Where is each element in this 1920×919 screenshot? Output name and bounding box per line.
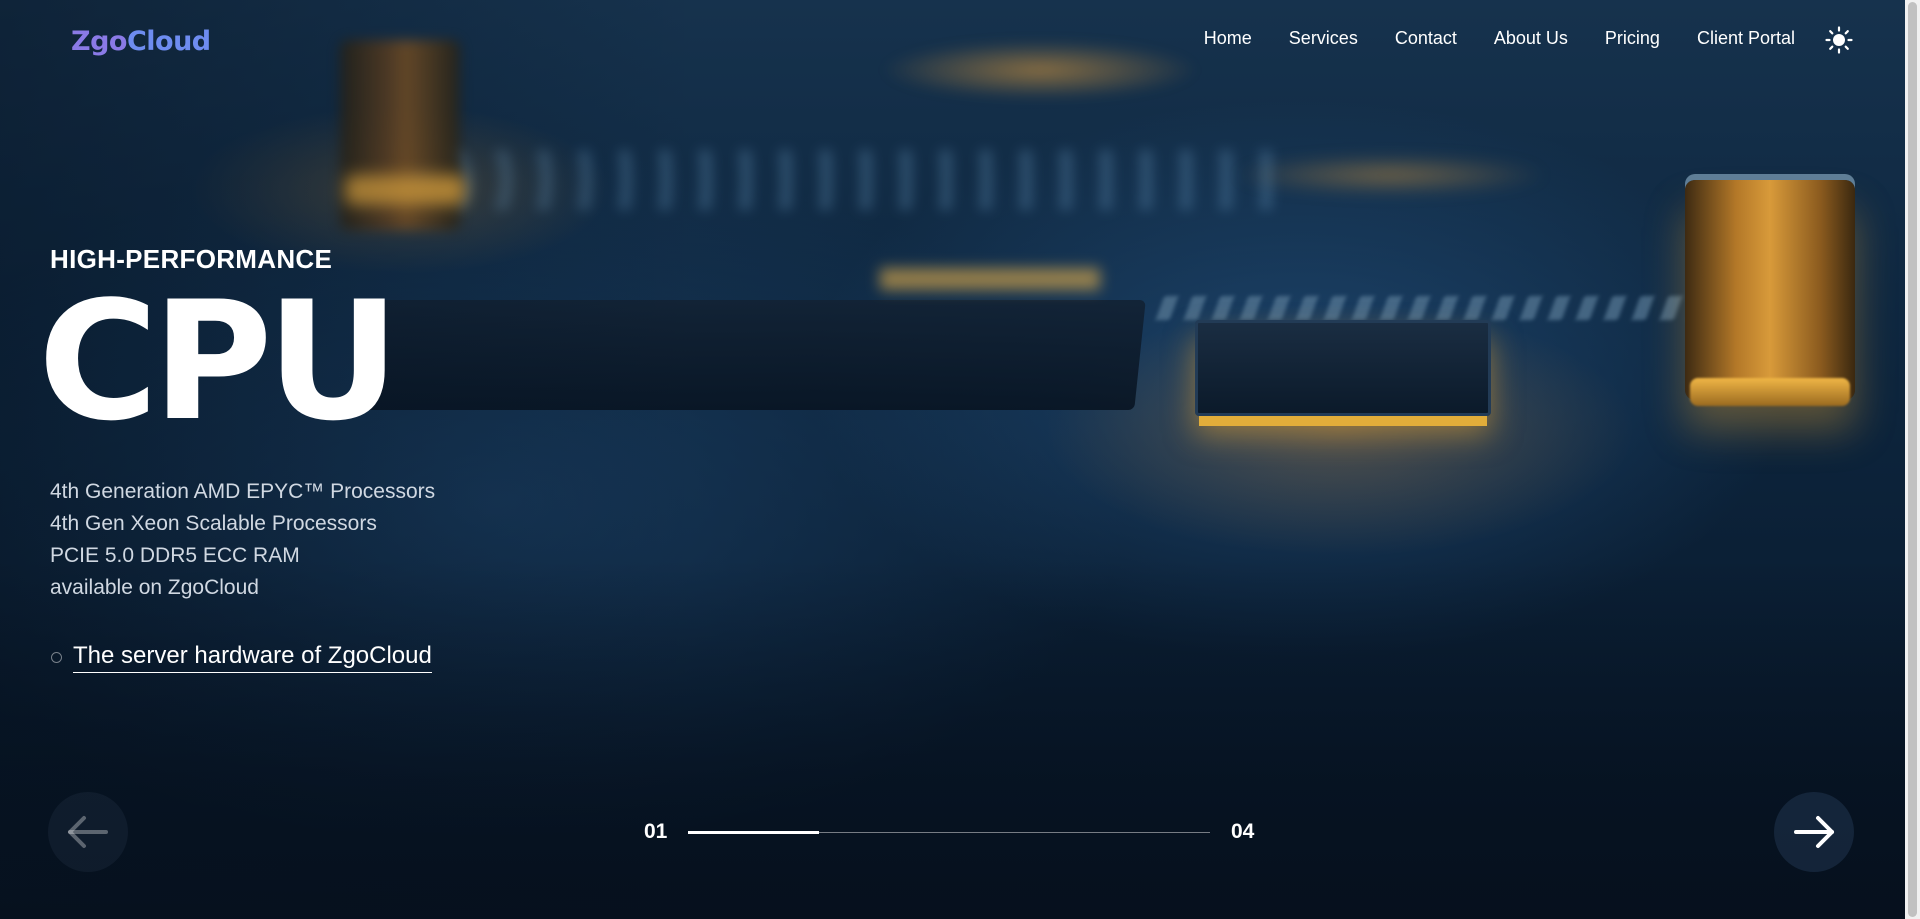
- background-capacitor: [1685, 180, 1855, 400]
- sun-icon: [1825, 26, 1853, 54]
- arrow-right-icon: [1794, 816, 1834, 848]
- slide-progress-bar: [688, 831, 1210, 834]
- arrow-left-icon: [68, 816, 108, 848]
- background-heatsink: [1155, 296, 1725, 320]
- slide-counter-current: 01: [644, 820, 668, 843]
- theme-toggle-button[interactable]: [1825, 26, 1853, 54]
- nav-item-home[interactable]: Home: [1204, 28, 1252, 49]
- hero-feature-list: 4th Generation AMD EPYC™ Processors 4th …: [50, 476, 435, 604]
- nav-item-pricing[interactable]: Pricing: [1605, 28, 1660, 49]
- background-shade: [0, 0, 700, 919]
- logo-text-part1: Zgo: [71, 26, 127, 57]
- slide-counter-total: 04: [1231, 820, 1255, 843]
- site-header: ZgoCloud Home Services Contact About Us …: [0, 0, 1905, 80]
- nav-item-about-us[interactable]: About Us: [1494, 28, 1568, 49]
- slider-next-button[interactable]: [1774, 792, 1854, 872]
- slide-progress-fill: [688, 831, 819, 834]
- hero-feature: 4th Generation AMD EPYC™ Processors: [50, 480, 436, 503]
- nav-item-services[interactable]: Services: [1289, 28, 1358, 49]
- hardware-cta-link[interactable]: The server hardware of ZgoCloud: [73, 642, 432, 673]
- background-glow: [880, 268, 1100, 290]
- cta-bullet-icon: [51, 652, 62, 663]
- logo-text-part2: Cloud: [126, 26, 211, 57]
- logo[interactable]: ZgoCloud: [71, 26, 211, 57]
- main-nav: Home Services Contact About Us Pricing C…: [1204, 28, 1795, 49]
- page-scrollbar[interactable]: [1905, 0, 1920, 919]
- hero-feature: 4th Gen Xeon Scalable Processors: [50, 512, 377, 535]
- background-glow: [1690, 378, 1850, 406]
- slider-prev-button[interactable]: [48, 792, 128, 872]
- background-glow: [1230, 155, 1550, 195]
- hero-feature: PCIE 5.0 DDR5 ECC RAM: [50, 544, 300, 567]
- nav-item-contact[interactable]: Contact: [1395, 28, 1457, 49]
- scrollbar-thumb[interactable]: [1908, 2, 1917, 917]
- background-chip: [1195, 320, 1491, 416]
- hero-title: CPU: [38, 266, 400, 457]
- hero-feature: available on ZgoCloud: [50, 576, 259, 599]
- nav-item-client-portal[interactable]: Client Portal: [1697, 28, 1795, 49]
- hero-section: ZgoCloud Home Services Contact About Us …: [0, 0, 1920, 919]
